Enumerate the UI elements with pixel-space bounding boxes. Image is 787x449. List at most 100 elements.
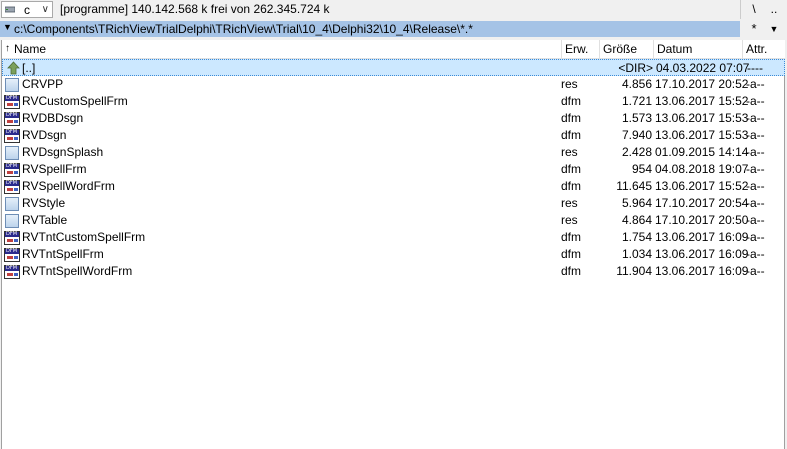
file-name: RVSpellFrm: [22, 162, 87, 176]
file-date: 04.03.2022 07:07: [656, 61, 750, 75]
file-size: 1.573: [621, 111, 652, 125]
file-row[interactable]: DFM RVTntSpellFrm dfm 1.034 13.06.2017 16:09…: [2, 246, 785, 263]
file-attr: -a--: [746, 247, 765, 261]
dfm-file-icon: DFM: [4, 264, 20, 279]
dfm-file-icon: DFM: [4, 111, 20, 126]
dfm-file-icon: DFM: [4, 94, 20, 109]
res-file-icon: [4, 145, 20, 160]
file-row[interactable]: DFM RVCustomSpellFrm dfm 1.721 13.06.2017 15…: [2, 93, 785, 110]
file-row[interactable]: DFM RVSpellFrm dfm 954 04.08.2018 19:07 -a--: [2, 161, 785, 178]
file-name: RVStyle: [22, 196, 66, 210]
file-size: 11.645: [616, 179, 652, 193]
column-date[interactable]: Datum: [654, 40, 743, 59]
file-date: 17.10.2017 20:50: [655, 213, 749, 227]
file-name: [..]: [22, 61, 36, 75]
file-date: 13.06.2017 16:09: [655, 230, 749, 244]
drive-bar: c ∨ [programme] 140.142.568 k frei von 2…: [0, 0, 787, 19]
file-row[interactable]: DFM RVDsgn dfm 7.940 13.06.2017 15:53 -a--: [2, 127, 785, 144]
column-name-label: Name: [14, 42, 47, 56]
file-row[interactable]: RVDsgnSplash res 2.428 01.09.2015 14:14 -a--: [2, 144, 785, 161]
column-size[interactable]: Größe: [600, 40, 654, 59]
file-date: 13.06.2017 15:53: [655, 111, 749, 125]
file-attr: -a--: [746, 145, 765, 159]
column-header: ↑ Name Erw. Größe Datum Attr.: [2, 40, 785, 59]
file-attr: -a--: [746, 77, 765, 91]
file-ext: dfm: [561, 230, 582, 244]
file-size: 954: [631, 162, 652, 176]
column-ext[interactable]: Erw.: [562, 40, 600, 59]
file-row[interactable]: RVStyle res 5.964 17.10.2017 20:54 -a--: [2, 195, 785, 212]
file-date: 13.06.2017 15:52: [655, 179, 749, 193]
drive-icon: [5, 6, 15, 13]
file-row[interactable]: CRVPP res 4.856 17.10.2017 20:52 -a--: [2, 76, 785, 93]
file-size: <DIR>: [618, 61, 653, 75]
file-attr: -a--: [746, 162, 765, 176]
file-ext: dfm: [561, 264, 582, 278]
up-folder-icon: [5, 61, 21, 76]
path-bar[interactable]: ▼ c:\Components\TRichViewTrialDelphi\TRi…: [0, 21, 740, 37]
file-ext: res: [561, 196, 578, 210]
file-name: RVTntSpellFrm: [22, 247, 104, 261]
file-size: 1.034: [621, 247, 652, 261]
file-name: RVDBDsgn: [22, 111, 84, 125]
file-ext: dfm: [561, 179, 582, 193]
file-ext: dfm: [561, 128, 582, 142]
file-ext: dfm: [561, 94, 582, 108]
file-date: 17.10.2017 20:52: [655, 77, 749, 91]
file-row[interactable]: DFM RVTntSpellWordFrm dfm 11.904 13.06.2017 …: [2, 263, 785, 280]
file-size: 7.940: [621, 128, 652, 142]
file-date: 13.06.2017 16:09: [655, 247, 749, 261]
file-attr: -a--: [746, 213, 765, 227]
file-attr: -a--: [746, 264, 765, 278]
file-ext: dfm: [561, 247, 582, 261]
file-name: RVDsgnSplash: [22, 145, 104, 159]
file-size: 4.864: [621, 213, 652, 227]
dfm-file-icon: DFM: [4, 162, 20, 177]
file-attr: -a--: [746, 128, 765, 142]
toolbar-divider: [740, 0, 741, 19]
file-attr: -a--: [746, 94, 765, 108]
root-dir-button[interactable]: \: [744, 1, 764, 17]
dfm-file-icon: DFM: [4, 128, 20, 143]
file-ext: dfm: [561, 111, 582, 125]
file-list-panel[interactable]: ↑ Name Erw. Größe Datum Attr. [..] <DIR> 0…: [1, 40, 785, 449]
file-row[interactable]: DFM RVSpellWordFrm dfm 11.645 13.06.2017 15:…: [2, 178, 785, 195]
drive-selector[interactable]: c ∨: [1, 1, 53, 18]
file-row[interactable]: DFM RVDBDsgn dfm 1.573 13.06.2017 15:53 -a--: [2, 110, 785, 127]
drive-letter: c: [24, 3, 30, 17]
file-date: 04.08.2018 19:07: [655, 162, 749, 176]
file-name: RVTable: [22, 213, 68, 227]
path-dropdown-icon[interactable]: ▼: [3, 22, 12, 32]
parent-dir-button[interactable]: ..: [764, 1, 784, 17]
file-size: 1.721: [621, 94, 652, 108]
parent-dir-row[interactable]: [..] <DIR> 04.03.2022 07:07 ----: [2, 59, 785, 76]
file-attr: -a--: [746, 196, 765, 210]
file-ext: dfm: [561, 162, 582, 176]
file-row[interactable]: DFM RVTntCustomSpellFrm dfm 1.754 13.06.2017…: [2, 229, 785, 246]
file-date: 01.09.2015 14:14: [655, 145, 749, 159]
file-row[interactable]: RVTable res 4.864 17.10.2017 20:50 -a--: [2, 212, 785, 229]
history-button[interactable]: ▼: [764, 21, 784, 37]
file-date: 13.06.2017 16:09: [655, 264, 749, 278]
file-ext: res: [561, 77, 578, 91]
res-file-icon: [4, 77, 20, 92]
file-attr: ----: [747, 61, 763, 75]
file-manager-window: c ∨ [programme] 140.142.568 k frei von 2…: [0, 0, 787, 449]
file-ext: res: [561, 213, 578, 227]
chevron-down-icon: ∨: [41, 4, 49, 15]
file-attr: -a--: [746, 111, 765, 125]
file-attr: -a--: [746, 230, 765, 244]
file-attr: -a--: [746, 179, 765, 193]
filter-button[interactable]: *: [744, 21, 764, 37]
file-name: RVTntSpellWordFrm: [22, 264, 133, 278]
file-rows: [..] <DIR> 04.03.2022 07:07 ---- CRVPP res 4.8…: [2, 59, 785, 280]
file-size: 4.856: [621, 77, 652, 91]
file-name: RVSpellWordFrm: [22, 179, 115, 193]
file-name: RVTntCustomSpellFrm: [22, 230, 146, 244]
column-attr[interactable]: Attr.: [743, 40, 785, 59]
file-size: 11.904: [616, 264, 652, 278]
sort-up-icon: ↑: [5, 43, 10, 54]
file-size: 2.428: [621, 145, 652, 159]
column-name[interactable]: ↑ Name: [2, 40, 562, 59]
file-ext: res: [561, 145, 578, 159]
